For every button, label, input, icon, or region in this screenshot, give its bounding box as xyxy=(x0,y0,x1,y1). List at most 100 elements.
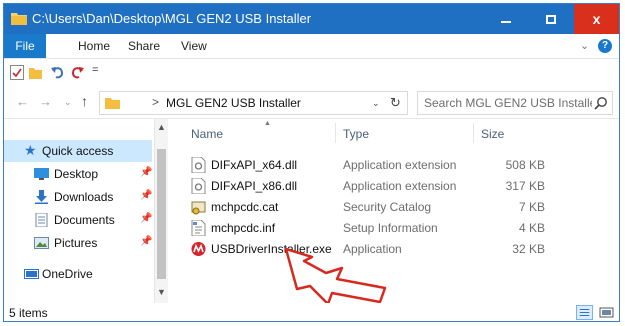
file-type: Security Catalog xyxy=(343,200,432,214)
nav-item-documents[interactable]: Documents 📌 xyxy=(4,209,152,231)
file-row[interactable]: mchpcdc.cat Security Catalog 7 KB xyxy=(169,196,619,218)
documents-icon xyxy=(35,213,48,227)
file-name: DIFxAPI_x64.dll xyxy=(211,158,298,172)
tab-home[interactable]: Home xyxy=(78,34,110,58)
nav-item-label: Quick access xyxy=(42,144,114,158)
sort-ascending-icon: ▲ xyxy=(264,120,271,127)
file-row[interactable]: DIFxAPI_x64.dll Application extension 50… xyxy=(169,154,619,176)
setup-info-icon xyxy=(191,220,206,236)
column-header-type[interactable]: Type xyxy=(343,127,369,141)
file-row[interactable]: DIFxAPI_x86.dll Application extension 31… xyxy=(169,175,619,197)
nav-item-label: Documents xyxy=(54,213,115,227)
nav-item-quick-access[interactable]: ★ Quick access xyxy=(4,140,152,162)
file-type: Application extension xyxy=(343,158,457,172)
back-arrow-icon[interactable]: ← xyxy=(16,95,29,108)
tab-share[interactable]: Share xyxy=(128,34,160,58)
minimize-icon xyxy=(500,21,511,23)
file-row[interactable]: USBDriverInstaller.exe Application 32 KB xyxy=(169,238,619,260)
scroll-down-arrow-icon[interactable]: ▼ xyxy=(157,287,166,297)
downloads-icon xyxy=(35,190,48,204)
scrollbar-thumb[interactable] xyxy=(157,149,166,279)
new-folder-icon[interactable] xyxy=(28,65,43,80)
pin-icon[interactable]: 📌 xyxy=(140,236,152,247)
desktop-icon xyxy=(34,168,49,180)
navigation-pane-scrollbar[interactable]: ▲ ▼ xyxy=(154,119,168,303)
tab-file[interactable]: File xyxy=(4,34,46,58)
column-divider[interactable] xyxy=(473,123,474,143)
refresh-icon[interactable]: ↻ xyxy=(390,95,401,111)
item-count: 5 items xyxy=(9,306,48,320)
customize-dropdown-icon[interactable]: = xyxy=(92,64,98,76)
file-size: 317 KB xyxy=(505,179,545,193)
screenshot-canvas: C:\Users\Dan\Desktop\MGL GEN2 USB Instal… xyxy=(0,0,625,326)
folder-icon xyxy=(105,98,120,109)
nav-item-label: Desktop xyxy=(54,167,99,181)
pin-icon[interactable]: 📌 xyxy=(140,190,152,201)
file-name: mchpcdc.inf xyxy=(211,221,276,235)
file-name: mchpcdc.cat xyxy=(211,200,279,214)
nav-item-downloads[interactable]: Downloads 📌 xyxy=(4,186,152,208)
file-row[interactable]: mchpcdc.inf Setup Information 4 KB xyxy=(169,217,619,239)
breadcrumb-separator: > xyxy=(152,95,160,109)
file-explorer-window: C:\Users\Dan\Desktop\MGL GEN2 USB Instal… xyxy=(3,3,620,322)
ribbon-tabs: File Home Share View ⌄ ? xyxy=(4,34,619,59)
file-name: DIFxAPI_x86.dll xyxy=(211,179,298,193)
nav-item-label: OneDrive xyxy=(42,267,93,281)
properties-icon[interactable] xyxy=(10,65,24,80)
file-size: 32 KB xyxy=(512,242,545,256)
star-icon: ★ xyxy=(24,142,37,158)
pictures-icon xyxy=(34,237,49,249)
security-catalog-icon xyxy=(191,201,206,215)
minimize-button[interactable] xyxy=(483,4,528,34)
file-size: 4 KB xyxy=(518,221,545,235)
nav-item-desktop[interactable]: Desktop 📌 xyxy=(4,163,152,185)
dll-file-icon xyxy=(191,178,206,194)
help-icon[interactable]: ? xyxy=(598,39,612,53)
details-view-icon[interactable] xyxy=(576,305,593,320)
close-button[interactable]: x xyxy=(574,4,619,34)
file-type: Application extension xyxy=(343,179,457,193)
column-header-size[interactable]: Size xyxy=(481,127,504,141)
quick-access-toolbar: = xyxy=(4,59,619,87)
close-icon: x xyxy=(592,11,601,27)
column-header-name[interactable]: Name xyxy=(191,127,223,141)
navigation-pane: ★ Quick access Desktop 📌 Downloads 📌 Doc… xyxy=(4,119,168,303)
redo-icon[interactable] xyxy=(70,65,85,80)
pin-icon[interactable]: 📌 xyxy=(140,167,152,178)
search-icon[interactable] xyxy=(594,96,608,110)
nav-item-onedrive[interactable]: OneDrive xyxy=(4,263,152,285)
search-input[interactable] xyxy=(424,95,592,111)
maximize-button[interactable] xyxy=(528,4,573,34)
dll-file-icon xyxy=(191,157,206,173)
maximize-icon xyxy=(545,14,556,24)
search-box[interactable] xyxy=(417,91,613,115)
tab-view[interactable]: View xyxy=(181,34,207,58)
nav-item-pictures[interactable]: Pictures 📌 xyxy=(4,232,152,254)
expand-ribbon-chevron-icon[interactable]: ⌄ xyxy=(580,39,589,52)
microchip-app-icon xyxy=(191,242,206,256)
file-size: 508 KB xyxy=(505,158,545,172)
file-type: Setup Information xyxy=(343,221,438,235)
navigation-bar: ← → ⌄ ↑ > MGL GEN2 USB Installer ⌄ ↻ xyxy=(4,87,619,119)
column-divider[interactable] xyxy=(335,123,336,143)
callout-arrow-icon xyxy=(284,247,387,306)
address-bar[interactable]: > MGL GEN2 USB Installer ⌄ ↻ xyxy=(99,91,408,115)
pin-icon[interactable]: 📌 xyxy=(140,213,152,224)
scroll-up-arrow-icon[interactable]: ▲ xyxy=(157,122,166,132)
file-size: 7 KB xyxy=(518,200,545,214)
undo-icon[interactable] xyxy=(50,65,65,80)
folder-icon xyxy=(11,13,27,25)
nav-item-label: Downloads xyxy=(54,190,114,204)
title-bar[interactable]: C:\Users\Dan\Desktop\MGL GEN2 USB Instal… xyxy=(4,4,619,34)
recent-locations-chevron-icon[interactable]: ⌄ xyxy=(64,98,72,107)
onedrive-icon xyxy=(24,269,39,279)
address-history-chevron-icon[interactable]: ⌄ xyxy=(372,98,380,109)
forward-arrow-icon[interactable]: → xyxy=(39,95,52,108)
status-bar: 5 items xyxy=(4,303,619,321)
nav-item-label: Pictures xyxy=(54,236,98,250)
up-arrow-icon[interactable]: ↑ xyxy=(81,94,88,108)
large-icons-view-icon[interactable] xyxy=(598,305,615,320)
window-title: C:\Users\Dan\Desktop\MGL GEN2 USB Instal… xyxy=(32,11,312,26)
file-list-pane: ▲ Name Type Size DIFxAPI_x64.dll Applica… xyxy=(169,119,619,303)
breadcrumb-path[interactable]: MGL GEN2 USB Installer xyxy=(166,96,301,110)
